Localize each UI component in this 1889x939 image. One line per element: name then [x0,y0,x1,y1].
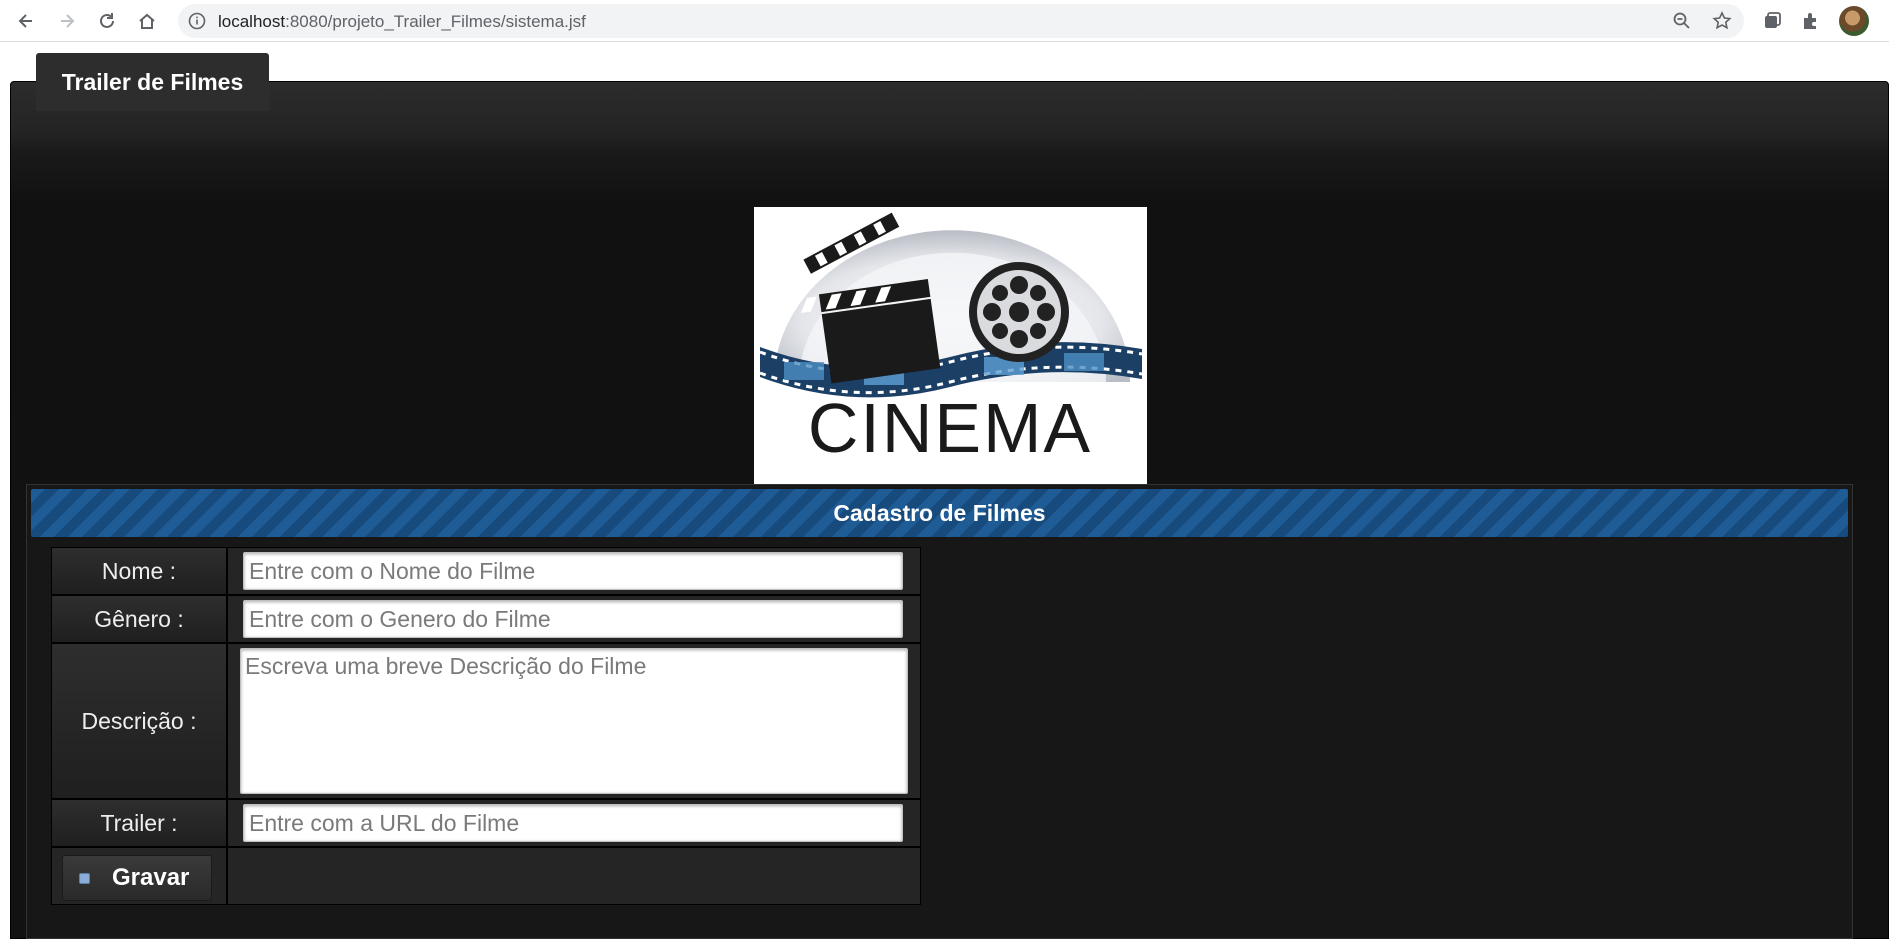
cinema-logo-image: CINEMA [759,212,1143,467]
extensions-puzzle-icon[interactable] [1800,10,1822,32]
genero-label: Gênero : [51,595,227,643]
cinema-logo: CINEMA [754,207,1147,488]
profile-avatar[interactable] [1839,6,1869,36]
site-title-tab[interactable]: Trailer de Filmes [36,53,269,111]
nome-label: Nome : [51,547,227,595]
trailer-input[interactable] [243,804,903,842]
back-arrow-icon [18,14,32,28]
empty-action-cell [227,847,921,905]
save-button-label: Gravar [112,864,190,891]
forward-arrow-icon [61,14,75,28]
bookmark-star-icon[interactable] [1712,11,1732,31]
trailer-label: Trailer : [51,799,227,847]
home-icon [139,13,155,29]
form-row-actions: Gravar [51,847,921,905]
tab-search-icon[interactable] [1761,10,1783,32]
reload-icon [100,13,114,28]
form-title: Cadastro de Filmes [833,499,1046,526]
action-cell: Gravar [51,847,227,905]
form-row-descricao: Descrição : [51,643,921,799]
nome-input[interactable] [243,552,903,590]
form-header: Cadastro de Filmes [31,489,1848,537]
save-button[interactable]: Gravar [62,855,212,901]
genero-input[interactable] [243,600,903,638]
descricao-label: Descrição : [51,643,227,799]
descricao-textarea[interactable] [240,648,908,794]
url-text: localhost:8080/projeto_Trailer_Filmes/si… [218,12,586,31]
browser-toolbar: localhost:8080/projeto_Trailer_Filmes/si… [0,0,1889,42]
trailer-cell [227,799,921,847]
form-row-nome: Nome : [51,547,921,595]
reload-button[interactable] [92,6,122,36]
genero-cell [227,595,921,643]
descricao-cell [227,643,921,799]
home-button[interactable] [132,6,162,36]
nome-cell [227,547,921,595]
save-disk-icon [79,872,90,884]
site-info-icon[interactable] [188,12,206,30]
site-title: Trailer de Filmes [61,68,244,95]
form-row-trailer: Trailer : [51,799,921,847]
address-bar[interactable]: localhost:8080/projeto_Trailer_Filmes/si… [178,4,1744,38]
movie-form-panel: Cadastro de Filmes Nome : Gênero : Descr… [26,484,1853,939]
page: CINEMA Trailer de Filmes Cadastro de Fil… [0,43,1889,939]
form-row-genero: Gênero : [51,595,921,643]
logo-text: CINEMA [808,389,1092,467]
zoom-icon[interactable] [1672,11,1692,31]
forward-button[interactable] [52,6,82,36]
back-button[interactable] [11,6,41,36]
